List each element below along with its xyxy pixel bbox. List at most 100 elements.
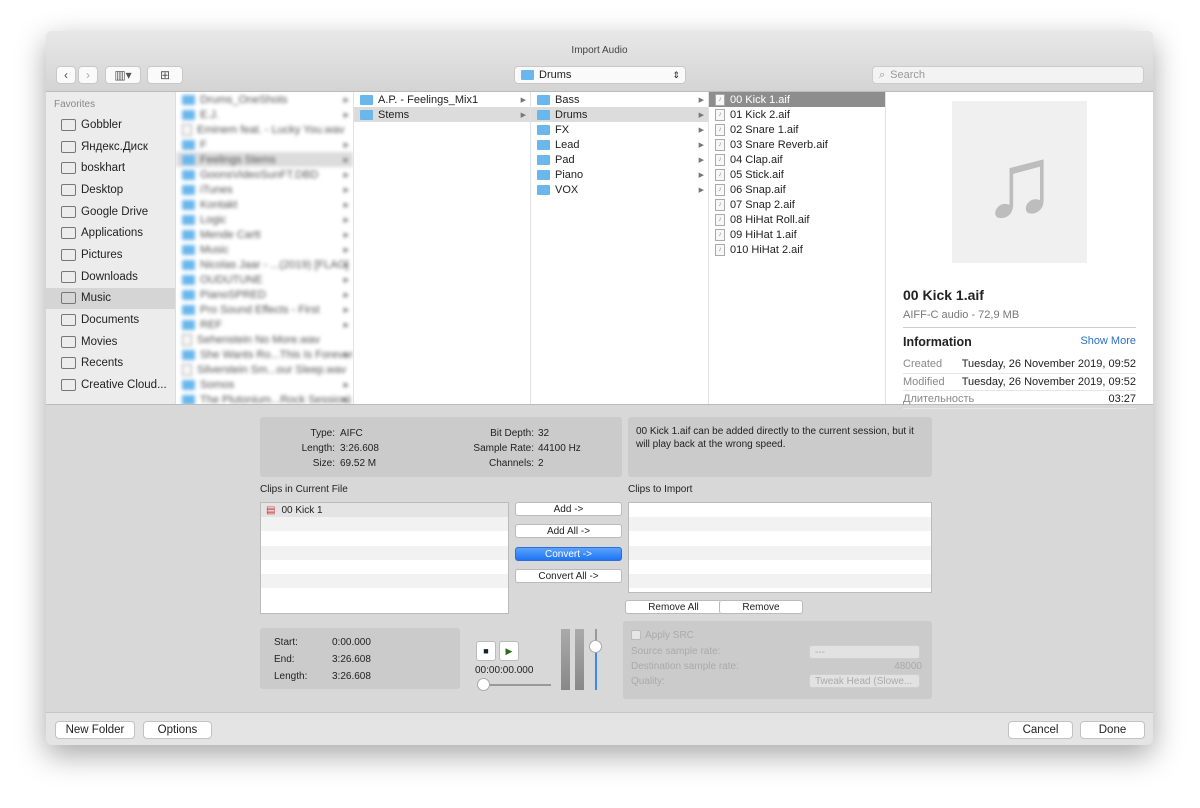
cancel-button[interactable]: Cancel xyxy=(1008,721,1073,739)
view-mode-button[interactable]: ▥▾ xyxy=(105,66,141,84)
list-item[interactable]: ♪ 04 Clap.aif xyxy=(709,152,885,167)
chevron-right-icon: ▶ xyxy=(698,171,704,179)
add-button[interactable]: Add -> xyxy=(515,502,622,516)
column-4[interactable]: ♪ 00 Kick 1.aif ♪ 01 Kick 2.aif ♪ 02 Snare 1.… xyxy=(709,92,886,404)
sidebar-item[interactable]: boskhart xyxy=(46,157,175,179)
sidebar-item[interactable]: Downloads xyxy=(46,266,175,288)
sample-rate-value: 44100 Hz xyxy=(538,443,581,454)
list-item[interactable]: ♪ 06 Snap.aif xyxy=(709,182,885,197)
list-item[interactable]: Silverstein Sm...our Sleep.wav xyxy=(176,362,353,377)
audio-file-icon: ♪ xyxy=(715,123,725,136)
list-item[interactable]: iTunes ▶ xyxy=(176,182,353,197)
list-item[interactable]: Piano ▶ xyxy=(531,167,708,182)
options-button[interactable]: Options xyxy=(143,721,212,739)
item-label: OUDUTUNE xyxy=(200,273,263,286)
list-item[interactable]: Music ▶ xyxy=(176,242,353,257)
new-folder-icon[interactable]: ⊞ xyxy=(147,66,183,84)
position-slider[interactable] xyxy=(477,678,551,691)
item-label: REF xyxy=(200,318,222,331)
source-rate-label: Source sample rate: xyxy=(631,646,721,657)
list-item[interactable]: GoonsVideoSunFT.DBD ▶ xyxy=(176,167,353,182)
list-item[interactable]: ♪ 00 Kick 1.aif xyxy=(709,92,885,107)
list-item[interactable]: Sehenstein No More.wav xyxy=(176,332,353,347)
list-item[interactable]: ♪ 07 Snap 2.aif xyxy=(709,197,885,212)
list-item[interactable]: VOX ▶ xyxy=(531,182,708,197)
apply-src-checkbox[interactable]: Apply SRC xyxy=(631,630,694,641)
list-item[interactable]: Drums_OneShots ▶ xyxy=(176,92,353,107)
column-3[interactable]: Bass ▶ Drums ▶ FX ▶ Lead ▶ Pad ▶ Piano ▶ VOX ▶ xyxy=(531,92,709,404)
forward-button[interactable]: › xyxy=(78,66,98,84)
list-item[interactable]: ♪ 08 HiHat Roll.aif xyxy=(709,212,885,227)
sidebar-item[interactable]: Pictures xyxy=(46,244,175,266)
play-icon[interactable]: ▶ xyxy=(499,641,519,661)
remove-all-button[interactable]: Remove All xyxy=(625,600,722,614)
volume-thumb[interactable] xyxy=(589,640,602,653)
list-item[interactable]: ♪ 02 Snare 1.aif xyxy=(709,122,885,137)
new-folder-button[interactable]: New Folder xyxy=(55,721,135,739)
list-item[interactable]: She Wants Ro...This Is Forever ▶ xyxy=(176,347,353,362)
remove-button[interactable]: Remove xyxy=(719,600,803,614)
sidebar-item[interactable]: Documents xyxy=(46,309,175,331)
list-item[interactable]: ▤ 00 Kick 1 xyxy=(261,503,508,518)
sidebar-item[interactable]: Google Drive xyxy=(46,201,175,223)
column-1[interactable]: Drums_OneShots ▶ E.J. ▶ Eminem feat. - Lucky… xyxy=(176,92,354,404)
list-item[interactable]: ♪ 01 Kick 2.aif xyxy=(709,107,885,122)
src-box: Apply SRC Source sample rate: --- Destin… xyxy=(623,621,932,699)
list-item[interactable]: Eminem feat. - Lucky You.wav xyxy=(176,122,353,137)
list-item[interactable]: Kontakt ▶ xyxy=(176,197,353,212)
list-item[interactable]: The Plutonium...Rock Session) ▶ xyxy=(176,392,353,404)
list-item[interactable]: FX ▶ xyxy=(531,122,708,137)
show-more-link[interactable]: Show More xyxy=(1080,335,1136,349)
volume-slider[interactable] xyxy=(589,629,602,690)
list-item[interactable]: Bass ▶ xyxy=(531,92,708,107)
item-label: Silverstein Sm...our Sleep.wav xyxy=(197,363,347,376)
slider-thumb[interactable] xyxy=(477,678,490,691)
quality-select[interactable]: Tweak Head (Slowe... xyxy=(809,674,920,688)
folder-icon xyxy=(182,259,195,270)
path-dropdown[interactable]: Drums ⇕ xyxy=(514,66,686,84)
list-item[interactable]: A.P. - Feelings_Mix1 ▶ xyxy=(354,92,530,107)
list-item[interactable]: REF ▶ xyxy=(176,317,353,332)
sidebar-item[interactable]: Gobbler xyxy=(46,114,175,136)
list-item[interactable]: PianoSPRED ▶ xyxy=(176,287,353,302)
done-button[interactable]: Done xyxy=(1080,721,1145,739)
convert-all-button[interactable]: Convert All -> xyxy=(515,569,622,583)
add-all-button[interactable]: Add All -> xyxy=(515,524,622,538)
list-item[interactable]: ♪ 010 HiHat 2.aif xyxy=(709,242,885,257)
list-item[interactable]: Pro Sound Effects - First ▶ xyxy=(176,302,353,317)
list-item[interactable]: Lead ▶ xyxy=(531,137,708,152)
sidebar-item[interactable]: Desktop xyxy=(46,179,175,201)
sidebar-item-label: boskhart xyxy=(81,162,126,175)
chevron-updown-icon: ⇕ xyxy=(672,69,680,80)
search-input[interactable]: ⌕ Search xyxy=(872,66,1144,84)
clips-import-list[interactable] xyxy=(628,502,932,593)
list-item[interactable]: ♪ 03 Snare Reverb.aif xyxy=(709,137,885,152)
list-item[interactable]: Somos ▶ xyxy=(176,377,353,392)
sidebar-item[interactable]: Яндекс.Диск xyxy=(46,136,175,158)
folder-icon xyxy=(61,357,76,370)
clips-current-list[interactable]: ▤ 00 Kick 1 xyxy=(260,502,509,614)
back-button[interactable]: ‹ xyxy=(56,66,76,84)
list-item[interactable]: Logic ▶ xyxy=(176,212,353,227)
list-item[interactable]: ♪ 09 HiHat 1.aif xyxy=(709,227,885,242)
list-item[interactable]: E.J. ▶ xyxy=(176,107,353,122)
list-item[interactable]: Mende Cartt ▶ xyxy=(176,227,353,242)
list-item[interactable]: OUDUTUNE ▶ xyxy=(176,272,353,287)
column-2[interactable]: A.P. - Feelings_Mix1 ▶ Stems ▶ xyxy=(354,92,531,404)
list-item[interactable]: F ▶ xyxy=(176,137,353,152)
stop-icon[interactable]: ■ xyxy=(476,641,496,661)
list-item[interactable]: Pad ▶ xyxy=(531,152,708,167)
sidebar-item[interactable]: Creative Cloud... xyxy=(46,374,175,396)
convert-button[interactable]: Convert -> xyxy=(515,547,622,561)
list-item[interactable]: Drums ▶ xyxy=(531,107,708,122)
info-row: Modified Tuesday, 26 November 2019, 09:52 xyxy=(903,374,1136,391)
list-item[interactable]: Feelings Stems ▶ xyxy=(176,152,353,167)
list-item[interactable]: Stems ▶ xyxy=(354,107,530,122)
source-rate-select[interactable]: --- xyxy=(809,645,920,659)
sidebar-item[interactable]: Applications xyxy=(46,222,175,244)
list-item[interactable]: ♪ 05 Stick.aif xyxy=(709,167,885,182)
sidebar-item[interactable]: Movies xyxy=(46,331,175,353)
list-item[interactable]: Nicolas Jaar - ...(2019) [FLAC] ▶ xyxy=(176,257,353,272)
sidebar-item[interactable]: Recents xyxy=(46,353,175,375)
sidebar-item[interactable]: Music xyxy=(46,287,175,310)
